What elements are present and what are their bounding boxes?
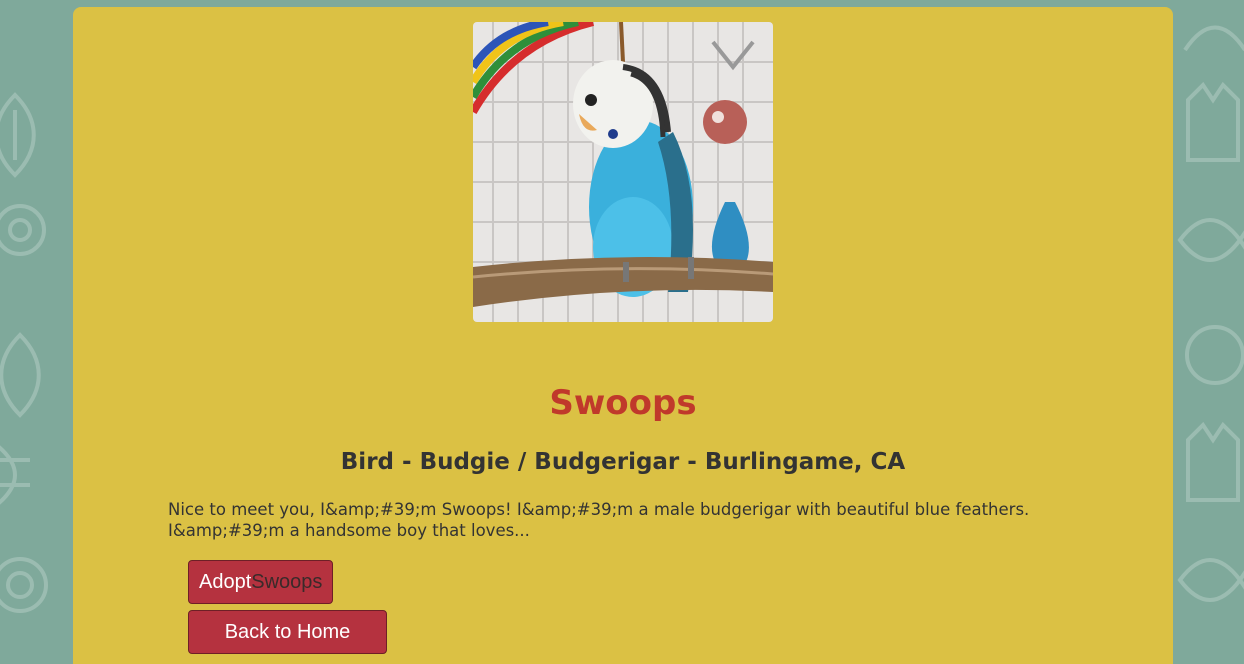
pet-photo [473, 22, 773, 322]
paw-icon [1185, 325, 1244, 385]
fish-icon [0, 445, 30, 505]
fish-icon [0, 332, 41, 418]
budgie-photo-illustration [473, 22, 773, 322]
back-to-home-button[interactable]: Back to Home Page [188, 610, 387, 664]
paw-icon [0, 204, 46, 256]
bird-icon [1183, 25, 1244, 52]
adopt-pet-name: Swoops [251, 571, 323, 593]
paw-icon [0, 557, 48, 613]
cat-icon [1186, 421, 1240, 502]
pet-name-heading: Swoops [549, 383, 697, 423]
adopt-label: Adopt [199, 571, 252, 593]
adopt-button[interactable]: AdoptSwoops [188, 560, 333, 604]
pet-detail-card: Swoops Bird - Budgie / Budgerigar - Burl… [73, 7, 1173, 664]
fish-icon [1177, 218, 1244, 262]
cat-icon [1186, 81, 1240, 162]
fish-icon [1177, 558, 1244, 602]
pet-species-location: Bird - Budgie / Budgerigar - Burlingame,… [340, 449, 906, 475]
pet-description: Nice to meet you, I&amp;#39;m Swoops! I&… [168, 500, 1030, 540]
fish-icon [0, 92, 36, 178]
